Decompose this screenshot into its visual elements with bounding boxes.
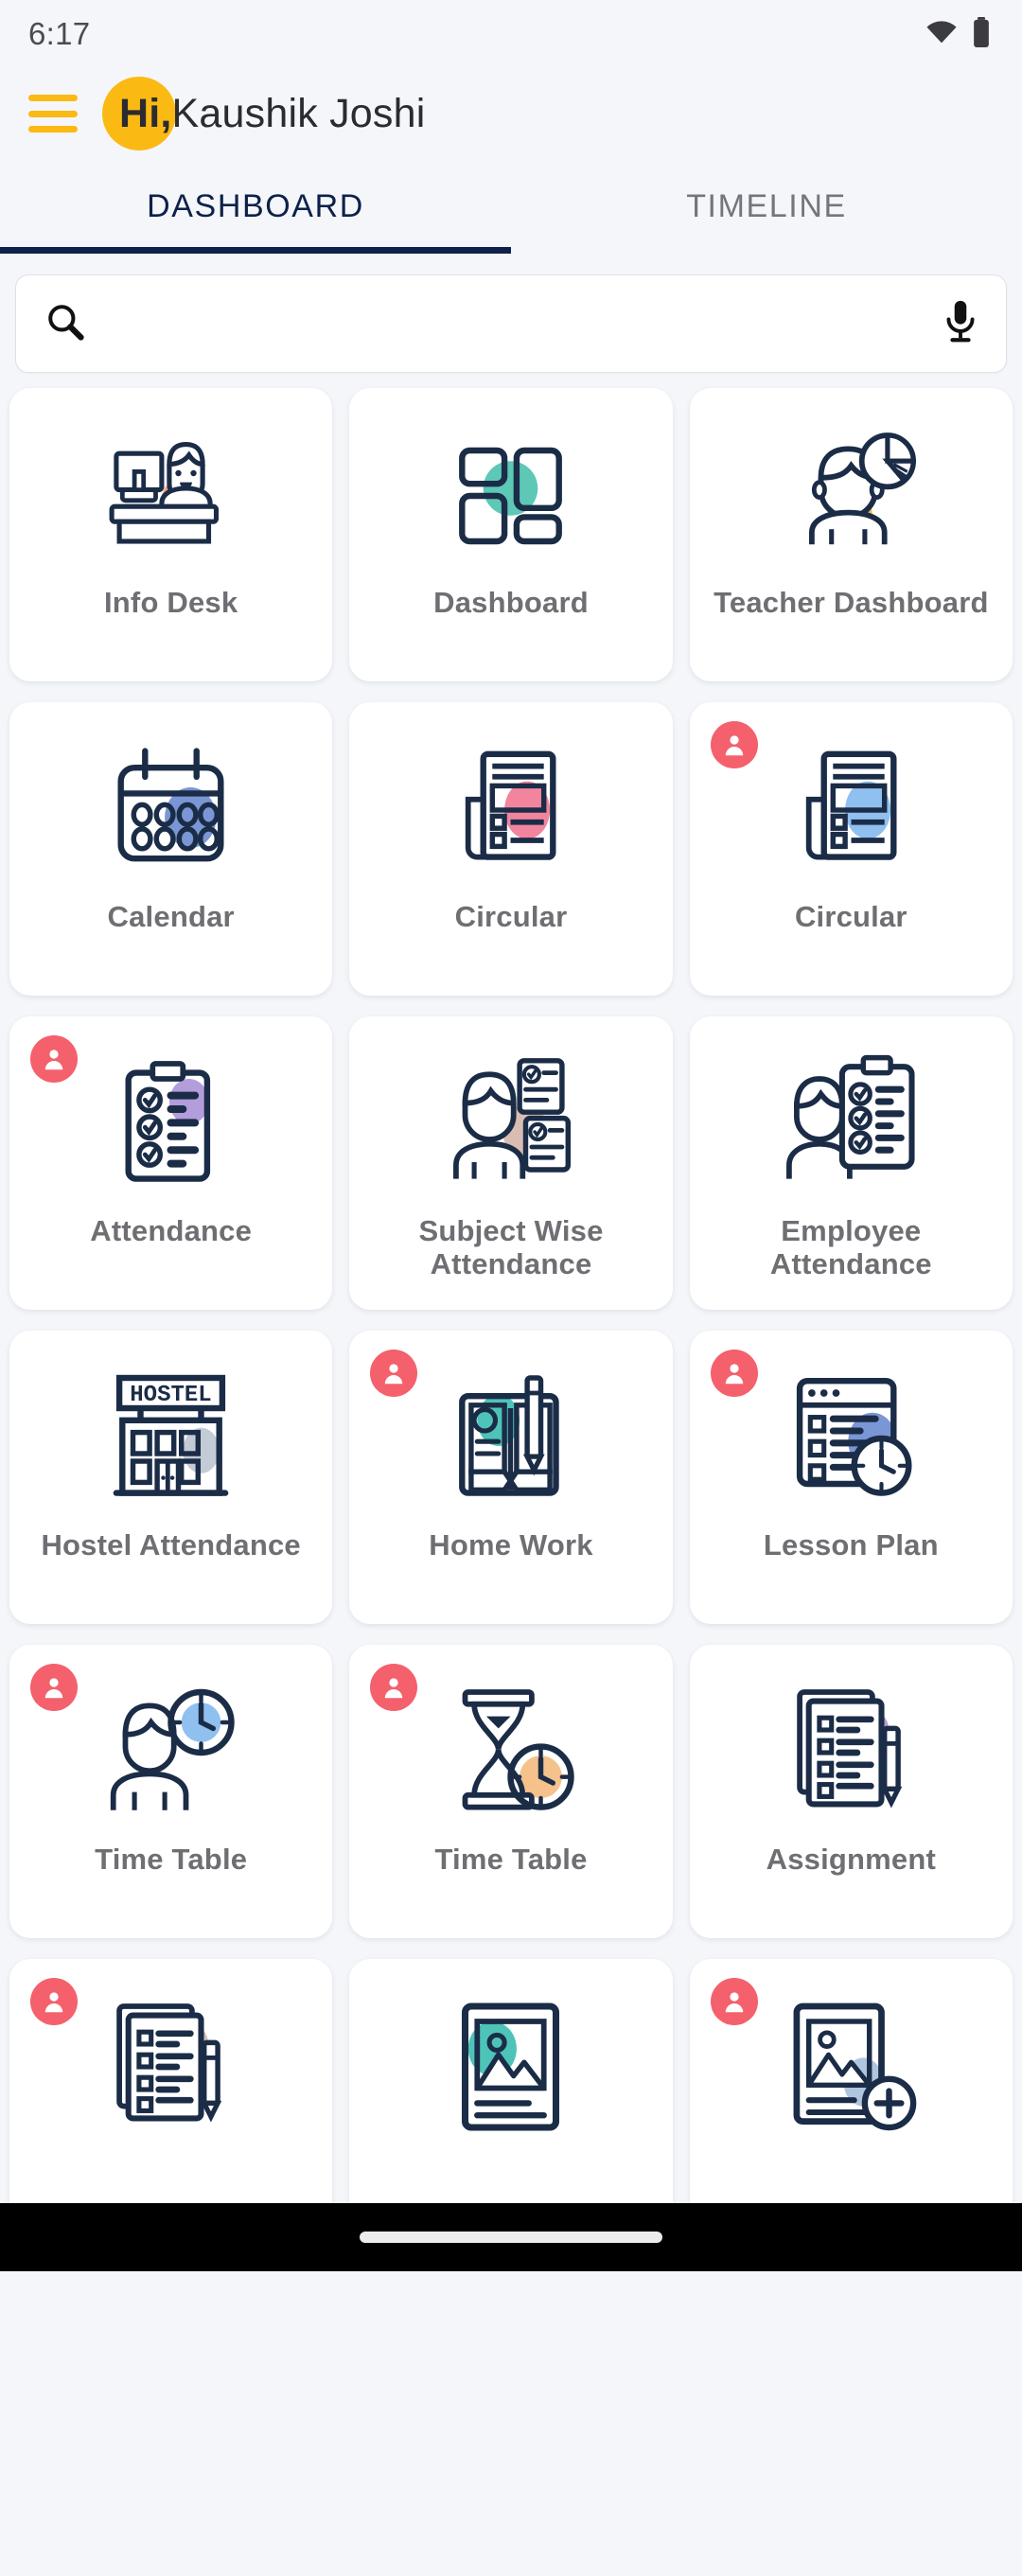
tile-calendar[interactable]: Calendar xyxy=(9,702,333,996)
greeting-prefix: Hi, xyxy=(119,90,172,136)
document-clock-icon xyxy=(768,1363,934,1514)
person-clock-icon xyxy=(88,1677,254,1828)
tile-label: Calendar xyxy=(107,900,235,933)
status-bar: 6:17 xyxy=(0,0,1022,68)
tile-home-work[interactable]: Home Work xyxy=(349,1331,673,1624)
tile-label: Time Table xyxy=(434,1843,588,1876)
wifi-icon xyxy=(925,20,958,49)
person-docs-icon xyxy=(428,1049,593,1200)
hourglass-clock-icon xyxy=(428,1677,593,1828)
tile-label: Subject Wise Attendance xyxy=(418,1214,604,1280)
person-badge-icon xyxy=(30,1978,78,2025)
tile-attendance[interactable]: Attendance xyxy=(9,1016,333,1310)
tile-hostel-attendance[interactable]: HOSTEL Hostel Attendance xyxy=(9,1331,333,1624)
home-gesture-pill[interactable] xyxy=(360,2232,662,2243)
person-badge-icon xyxy=(710,1978,758,2025)
tile-time-table[interactable]: Time Table xyxy=(9,1645,333,1938)
tile-lesson-plan[interactable]: Lesson Plan xyxy=(689,1331,1013,1624)
tile-teacher-dashboard[interactable]: Teacher Dashboard xyxy=(689,388,1013,681)
tile-time-table[interactable]: Time Table xyxy=(349,1645,673,1938)
person-badge-icon xyxy=(370,1350,418,1397)
search-input[interactable] xyxy=(103,305,925,343)
tab-active-indicator xyxy=(0,247,511,254)
tab-timeline[interactable]: TIMELINE xyxy=(511,159,1022,254)
person-badge-icon xyxy=(30,1664,78,1711)
documents-pen-icon xyxy=(768,1677,934,1828)
tile-info-desk[interactable]: Info Desk xyxy=(9,388,333,681)
checklist-icon xyxy=(88,1049,254,1200)
tile-label: Assignment xyxy=(766,1843,937,1876)
info-desk-icon xyxy=(88,420,254,572)
battery-icon xyxy=(973,16,990,52)
tab-dashboard[interactable]: DASHBOARD xyxy=(0,159,511,254)
search-bar[interactable] xyxy=(15,274,1007,373)
gallery-add-icon xyxy=(768,1991,934,2143)
tile-label: Circular xyxy=(454,900,568,933)
svg-text:HOSTEL: HOSTEL xyxy=(130,1383,211,1408)
tile-label: Dashboard xyxy=(433,586,589,619)
app-bar: Hi,Kaushik Joshi xyxy=(0,68,1022,159)
calendar-icon xyxy=(88,734,254,886)
tile-label: Home Work xyxy=(429,1528,593,1561)
search-icon xyxy=(44,301,86,347)
tile-label: Hostel Attendance xyxy=(41,1528,301,1561)
tile-label: Attendance xyxy=(90,1214,253,1247)
tab-bar: DASHBOARD TIMELINE xyxy=(0,159,1022,254)
tile-grid: Info Desk Dashboard Teacher Dashboard Ca… xyxy=(0,373,1022,2252)
tile-assignment[interactable]: Assignment xyxy=(689,1645,1013,1938)
documents-pen-icon xyxy=(88,1991,254,2143)
tile-circular[interactable]: Circular xyxy=(349,702,673,996)
status-bar-icons xyxy=(925,16,990,52)
tile-label: Info Desk xyxy=(103,586,238,619)
tile-label: Time Table xyxy=(95,1843,248,1876)
person-badge-icon xyxy=(30,1035,78,1083)
tile-label: Employee Attendance xyxy=(769,1214,932,1280)
user-name: Kaushik Joshi xyxy=(171,90,426,136)
system-navigation-bar xyxy=(0,2203,1022,2271)
search-section xyxy=(0,254,1022,373)
greeting-text: Hi,Kaushik Joshi xyxy=(102,91,425,137)
microphone-icon[interactable] xyxy=(942,299,979,349)
tile-label: Lesson Plan xyxy=(763,1528,939,1561)
newspaper-icon xyxy=(428,734,593,886)
tile-circular[interactable]: Circular xyxy=(689,702,1013,996)
gallery-icon xyxy=(428,1991,593,2143)
tile-employee-attendance[interactable]: Employee Attendance xyxy=(689,1016,1013,1310)
person-badge-icon xyxy=(710,1350,758,1397)
status-bar-time: 6:17 xyxy=(28,16,91,51)
hamburger-menu-icon[interactable] xyxy=(28,95,78,132)
tile-subject-wise-attendance[interactable]: Subject Wise Attendance xyxy=(349,1016,673,1310)
person-badge-icon xyxy=(370,1664,418,1711)
tile-label: Teacher Dashboard xyxy=(714,586,989,619)
book-pencil-icon xyxy=(428,1363,593,1514)
dashboard-grid-icon xyxy=(428,420,593,572)
greeting-block: Hi,Kaushik Joshi xyxy=(102,68,425,159)
tile-dashboard[interactable]: Dashboard xyxy=(349,388,673,681)
hostel-building-icon: HOSTEL xyxy=(88,1363,254,1514)
newspaper-icon xyxy=(768,734,934,886)
tile-label: Circular xyxy=(794,900,907,933)
teacher-chart-icon xyxy=(768,420,934,572)
person-badge-icon xyxy=(710,721,758,768)
person-clipboard-icon xyxy=(768,1049,934,1200)
